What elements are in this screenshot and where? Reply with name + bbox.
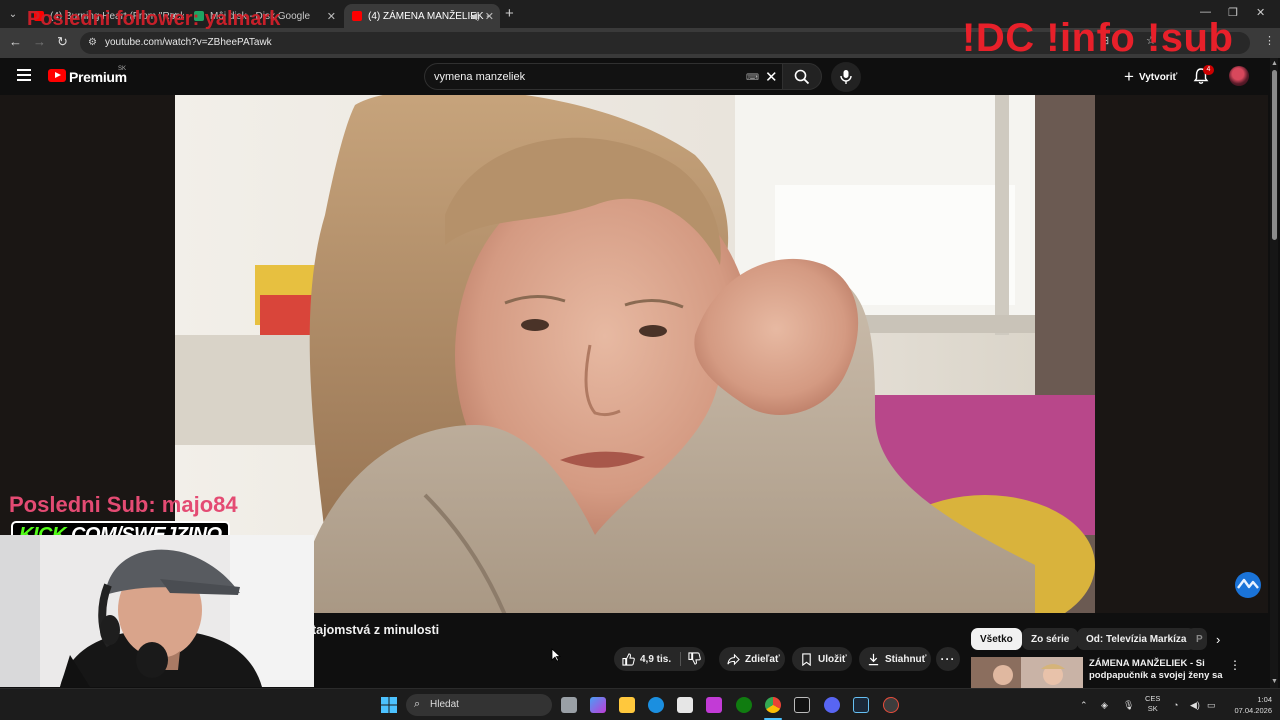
- browser-tab-active[interactable]: (4) ZÁMENA MANŽELIEK - ◀) ✕: [344, 4, 500, 28]
- new-tab-icon[interactable]: +: [505, 5, 514, 22]
- search-icon: [794, 69, 810, 85]
- scroll-up-icon[interactable]: ▲: [1271, 60, 1278, 67]
- steam-icon[interactable]: [853, 697, 869, 713]
- search-input[interactable]: vymena manzeliek ⌨ ✕: [424, 63, 782, 90]
- streamer-webcam: [0, 535, 314, 687]
- obs-icon[interactable]: [883, 697, 899, 713]
- more-actions-button[interactable]: ···: [936, 647, 960, 671]
- share-button[interactable]: Zdieľať: [719, 647, 785, 671]
- youtube-logo-icon[interactable]: [48, 69, 66, 82]
- taskbar-search-placeholder: Hledat: [430, 699, 459, 710]
- epic-games-icon[interactable]: [794, 697, 810, 713]
- more-vertical-icon[interactable]: ⋮: [1229, 658, 1241, 672]
- download-label: Stiahnuť: [885, 653, 927, 665]
- download-icon: [868, 653, 879, 665]
- wifi-icon[interactable]: ◔: [1173, 700, 1178, 710]
- region-code: SK: [118, 66, 127, 72]
- url-text: youtube.com/watch?v=ZBheePATawk: [105, 37, 272, 48]
- edge-browser-icon[interactable]: [648, 697, 664, 713]
- recommended-thumbnail[interactable]: [971, 657, 1083, 688]
- keyboard-layout: SK: [1147, 704, 1158, 713]
- windows-start-icon[interactable]: [381, 697, 397, 713]
- clock-date: 07.04.2026: [1234, 706, 1272, 715]
- chip-partial[interactable]: P: [1187, 628, 1207, 650]
- input-language[interactable]: CES SK: [1145, 694, 1160, 714]
- scrollbar-thumb[interactable]: [1272, 70, 1277, 240]
- app-icon[interactable]: [706, 697, 722, 713]
- bookmark-icon: [802, 652, 811, 666]
- scroll-down-icon[interactable]: ▼: [1271, 678, 1278, 685]
- more-horizontal-icon: ···: [940, 652, 956, 666]
- close-tab-icon[interactable]: ✕: [327, 10, 336, 23]
- windows-taskbar: ⌕ Hledat ⌃ ◈ 🎙 CES SK ◔ ◀) ▭ 1:04 07.04.…: [0, 688, 1280, 720]
- search-icon: ⌕: [414, 698, 421, 710]
- browser-menu-icon[interactable]: ⋮: [1264, 34, 1275, 47]
- thumbnail-image: [971, 657, 1083, 688]
- close-window-icon[interactable]: ✕: [1256, 6, 1265, 19]
- tray-app-icon[interactable]: ◈: [1101, 700, 1108, 711]
- thumbs-down-icon: [688, 652, 701, 665]
- clock-time: 1:04: [1257, 695, 1272, 704]
- webcam-image: [0, 535, 314, 687]
- wave-logo-icon[interactable]: [1234, 571, 1262, 599]
- taskbar-search-box[interactable]: ⌕ Hledat: [406, 694, 552, 716]
- audio-playing-icon[interactable]: ◀): [470, 11, 480, 22]
- create-button[interactable]: + Vytvoriť: [1116, 64, 1185, 90]
- overlay-last-sub: Posledni Sub: majo84: [9, 492, 238, 517]
- site-info-icon[interactable]: ⚙: [88, 37, 97, 48]
- thumbs-up-icon: [622, 652, 635, 666]
- create-label: Vytvoriť: [1138, 71, 1178, 83]
- forward-icon[interactable]: →: [33, 34, 46, 49]
- screen: ⌄ (4) Burning Heart (From "Rock ✕ Môj di…: [0, 0, 1280, 720]
- hamburger-menu-icon[interactable]: [17, 69, 31, 81]
- keyboard-icon[interactable]: ⌨: [746, 72, 759, 83]
- back-icon[interactable]: ←: [9, 34, 22, 49]
- tab-search-icon[interactable]: ⌄: [4, 5, 22, 23]
- youtube-favicon-icon: [352, 11, 362, 21]
- share-icon: [727, 653, 740, 665]
- copilot-icon[interactable]: [590, 697, 606, 713]
- chip-all[interactable]: Všetko: [971, 628, 1022, 650]
- chevron-right-icon[interactable]: ›: [1216, 632, 1220, 647]
- file-explorer-icon[interactable]: [619, 697, 635, 713]
- download-button[interactable]: Stiahnuť: [859, 647, 931, 671]
- close-tab-icon[interactable]: ✕: [485, 10, 494, 23]
- volume-icon[interactable]: ◀): [1190, 700, 1200, 711]
- share-label: Zdieľať: [745, 653, 780, 665]
- overlay-chat-commands: !DC !info !sub: [962, 16, 1234, 60]
- video-title: tajomstvá z minulosti: [312, 623, 440, 637]
- microsoft-store-icon[interactable]: [677, 697, 693, 713]
- battery-icon[interactable]: ▭: [1207, 700, 1216, 711]
- discord-icon[interactable]: [824, 697, 840, 713]
- like-count: 4,9 tis.: [640, 653, 672, 665]
- chip-from-series[interactable]: Zo série: [1022, 628, 1079, 650]
- system-clock[interactable]: 1:04 07.04.2026: [1224, 694, 1272, 716]
- like-button[interactable]: 4,9 tis.: [614, 652, 672, 666]
- tray-mic-icon[interactable]: 🎙: [1123, 700, 1134, 711]
- notification-count-badge: 4: [1203, 65, 1214, 75]
- reload-icon[interactable]: ↻: [57, 34, 68, 50]
- divider: [680, 652, 681, 666]
- chrome-icon[interactable]: [765, 697, 781, 713]
- search-button[interactable]: [782, 63, 822, 90]
- search-value: vymena manzeliek: [434, 71, 526, 83]
- dislike-button[interactable]: [688, 652, 706, 668]
- chip-from-channel[interactable]: Od: Televízia Markíza: [1077, 628, 1196, 650]
- overlay-last-follower: Posledni follower: yalmark: [27, 8, 281, 30]
- youtube-header: Premium SK vymena manzeliek ⌨ ✕ + Vytvor…: [0, 58, 1280, 95]
- xbox-icon[interactable]: [736, 697, 752, 713]
- show-hidden-icons-icon[interactable]: ⌃: [1080, 700, 1088, 711]
- plus-icon: +: [1124, 67, 1134, 86]
- account-avatar[interactable]: [1229, 66, 1249, 86]
- clear-search-icon[interactable]: ✕: [765, 68, 778, 86]
- save-label: Uložiť: [818, 653, 847, 665]
- task-view-icon[interactable]: [561, 697, 577, 713]
- like-dislike-group: 4,9 tis.: [614, 647, 705, 671]
- voice-search-button[interactable]: [831, 62, 861, 92]
- microphone-icon: [840, 70, 852, 84]
- language-code: CES: [1145, 694, 1161, 703]
- save-button[interactable]: Uložiť: [792, 647, 852, 671]
